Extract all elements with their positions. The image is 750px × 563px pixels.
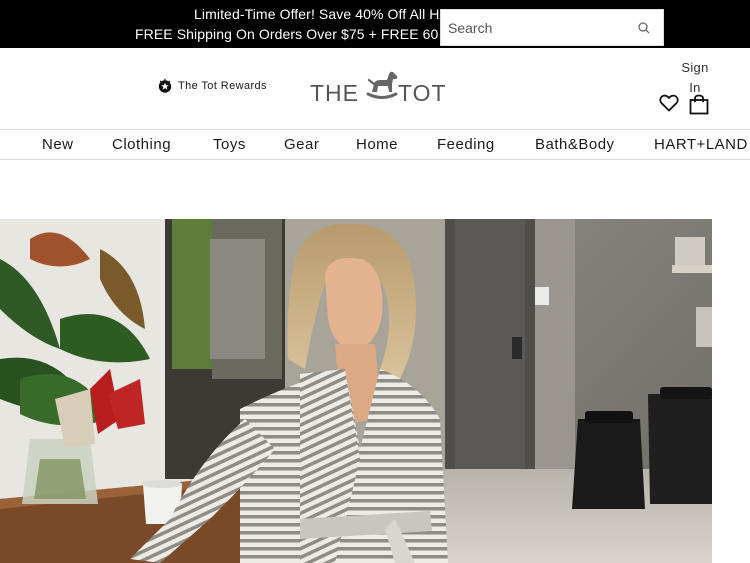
search-box[interactable] (440, 9, 664, 46)
nav-item-clothing[interactable]: Clothing (112, 136, 171, 153)
search-input[interactable] (441, 12, 621, 43)
page-gutter (712, 219, 750, 563)
nav-item-home[interactable]: Home (356, 136, 398, 153)
heart-icon[interactable] (659, 94, 679, 112)
rewards-link[interactable]: The Tot Rewards (157, 78, 267, 94)
nav-item-toys[interactable]: Toys (213, 136, 246, 153)
horse-logo-icon (366, 71, 398, 99)
nav-item-bath-body[interactable]: Bath&Body (535, 136, 615, 153)
rewards-label: The Tot Rewards (178, 80, 267, 92)
nav-item-new[interactable]: New (42, 136, 74, 153)
nav-item-gear[interactable]: Gear (284, 136, 319, 153)
logo-text-the: THE (310, 80, 359, 106)
main-nav: New Clothing Toys Gear Home Feeding Bath… (0, 130, 750, 160)
rewards-icon (158, 78, 172, 93)
hero-photo-illustration (0, 219, 712, 563)
nav-item-feeding[interactable]: Feeding (437, 136, 495, 153)
site-logo[interactable]: THE TOT (310, 68, 446, 110)
sign-in-link[interactable]: Sign In (676, 58, 714, 98)
logo-text-tot: TOT (398, 80, 447, 106)
nav-item-hart-land[interactable]: HART+LAND (654, 136, 748, 153)
site-header: The Tot Rewards THE TOT Sign In (0, 48, 750, 130)
search-icon[interactable] (637, 21, 651, 35)
hero-image[interactable] (0, 219, 712, 563)
shopping-bag-icon[interactable] (689, 94, 709, 115)
